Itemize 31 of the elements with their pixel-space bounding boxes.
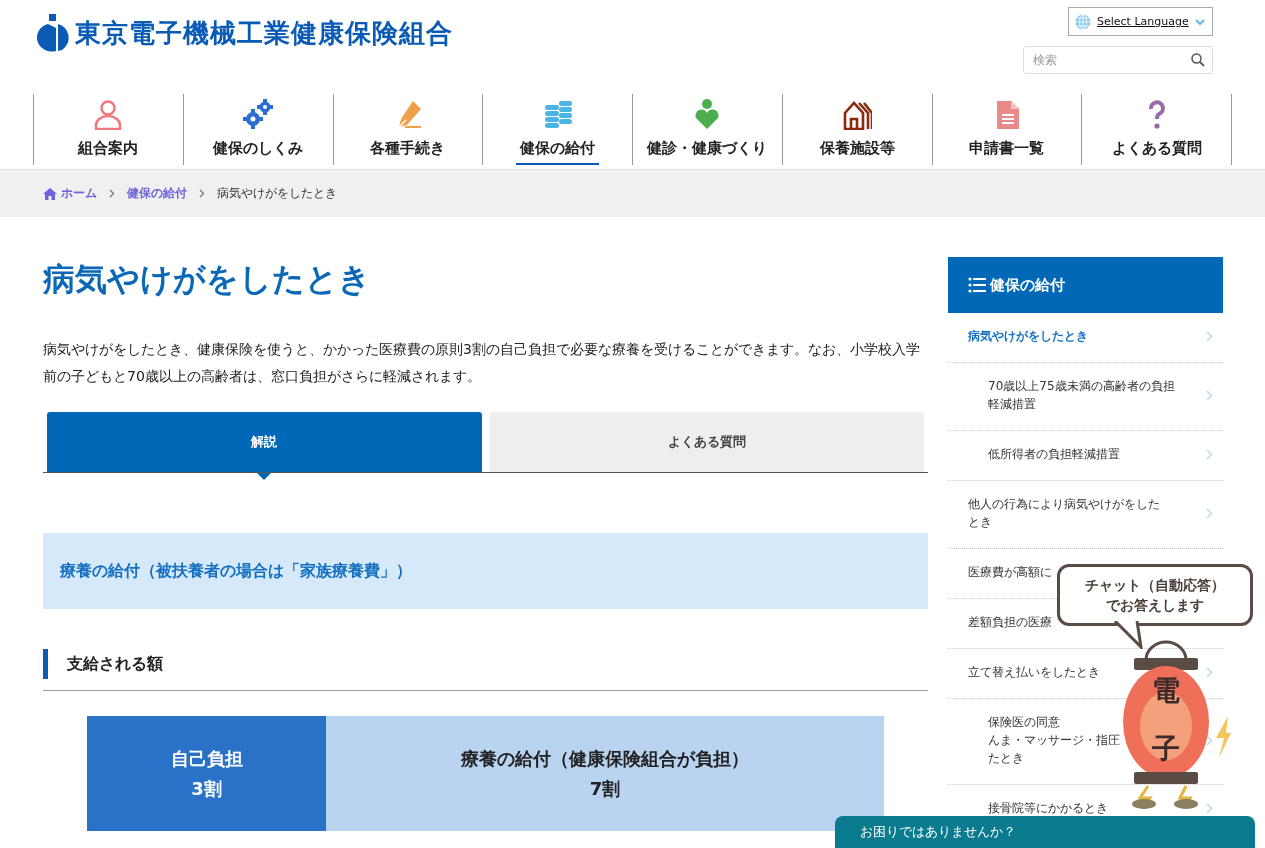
tab[interactable]: 解説 xyxy=(47,412,482,472)
nav-item[interactable]: 保養施設等 xyxy=(781,94,932,165)
section-heading: 支給される額 xyxy=(43,649,928,679)
sidebar-item[interactable]: 他人の行為により病気やけがをした とき xyxy=(968,495,1160,531)
sidebar-item[interactable]: 70歳以上75歳未満の高齢者の負担 軽減措置 xyxy=(988,377,1175,413)
nav-item[interactable]: 申請書一覧 xyxy=(931,94,1082,165)
nav-item[interactable]: 健保の給付 xyxy=(482,94,632,165)
sidebar-item[interactable]: 立て替え払いをしたとき xyxy=(968,663,1100,681)
sidebar-title: 健保の給付 xyxy=(990,275,1065,295)
home-link[interactable]: ホーム xyxy=(43,185,97,202)
self-pay-cell: 自己負担 3割 xyxy=(87,716,326,831)
sidebar-item[interactable]: 保険医の同意 んま・マッサージ・指圧 たとき xyxy=(988,713,1120,767)
sidebar-item[interactable]: 差額負担の医療 xyxy=(968,613,1052,631)
notice-heading: 療養の給付（被扶養者の場合は「家族療養費」） xyxy=(60,560,412,582)
page-title: 病気やけがをしたとき xyxy=(43,259,372,300)
site-title[interactable]: 東京電子機械工業健康保険組合 xyxy=(75,17,453,49)
nav-item[interactable]: よくある質問 xyxy=(1081,94,1232,165)
nav-item[interactable]: 組合案内 xyxy=(33,94,183,165)
tab[interactable]: よくある質問 xyxy=(489,412,924,472)
sidebar-item[interactable]: 病気やけがをしたとき xyxy=(968,327,1088,345)
nav-item[interactable]: 健診・健康づくり xyxy=(632,94,782,165)
nav-item[interactable]: 各種手続き xyxy=(332,94,483,165)
sidebar-item[interactable]: 接骨院等にかかるとき xyxy=(988,799,1108,817)
intro-paragraph: 病気やけがをしたとき、健康保険を使うと、かかった医療費の原則3割の自己負担で必要な療養を受けることができます。なお、小学校入学前の子どもと70歳以上の高齢者は、窓口負担がさらに軽減されます。 xyxy=(43,340,921,386)
nav-item[interactable]: 健保のしくみ xyxy=(182,94,333,165)
breadcrumb-current: 病気やけがをしたとき xyxy=(217,185,337,202)
sidebar-item[interactable]: 低所得者の負担軽減措置 xyxy=(988,445,1120,463)
search-field[interactable]: 検索 xyxy=(1023,46,1213,74)
sidebar-item[interactable]: 医療費が高額に xyxy=(968,563,1052,581)
breadcrumb-link[interactable]: 健保の給付 xyxy=(127,185,187,202)
language-select[interactable]: Select Language xyxy=(1068,7,1213,36)
